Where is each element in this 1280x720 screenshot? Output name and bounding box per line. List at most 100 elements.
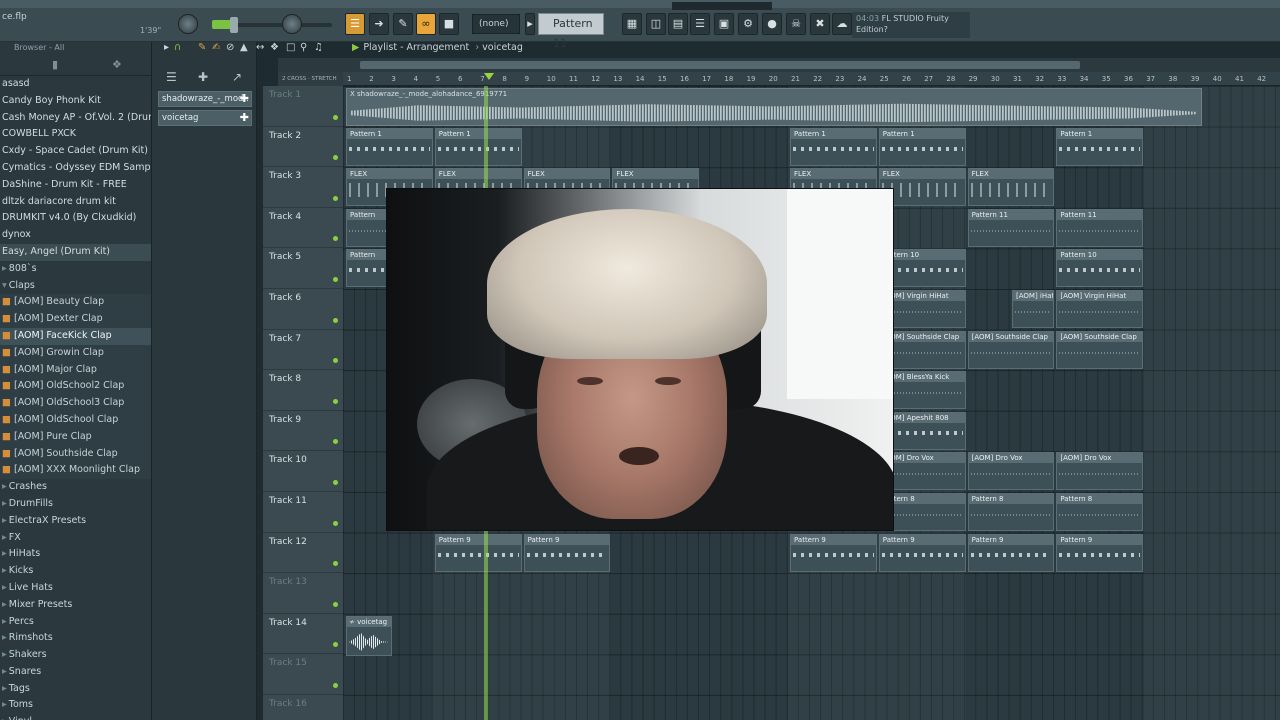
pattern-clip[interactable]: Pattern 1 [434,127,522,166]
cpu-icon[interactable]: ☠ [786,13,806,35]
browser-item[interactable]: ▾ Claps [0,278,151,295]
audio-clip-shadowraze[interactable]: X shadowraze_-_mode_alohadance_6919771 [346,88,1202,126]
plugin-icon[interactable]: ⚙ [738,13,758,35]
track-header[interactable]: Track 13 [263,573,343,614]
select-icon[interactable]: □ [286,42,295,53]
plus-icon[interactable]: ✚ [240,92,249,106]
track-enable-led[interactable] [333,236,338,242]
browser-item[interactable]: ■ [AOM] Major Clap [0,361,151,379]
browser-item[interactable]: asasd [0,76,151,93]
track-enable-led[interactable] [333,601,338,607]
picker-item-voicetag[interactable]: voicetag ✚ [158,110,252,126]
browser-item[interactable]: ▸Vinyl [0,714,151,720]
browser-item[interactable]: ■ [AOM] Pure Clap [0,428,151,446]
snap-dropdown[interactable]: (none) [472,14,520,34]
browser-item[interactable]: ▸ Percs [0,614,151,631]
browser-item[interactable]: DRUMKIT v4.0 (By Clxudkid) [0,210,151,227]
browser-item[interactable]: ▸ Crashes [0,479,151,496]
slice-icon[interactable]: ❖ [270,42,279,53]
channel-rack-icon[interactable]: ▤ [668,13,688,35]
record-audio-icon[interactable]: ● [762,13,782,35]
picker-item-audio[interactable]: shadowraze_-_mod.. ✚ [158,91,252,107]
draw-icon[interactable]: ✎ [198,42,206,53]
track-header[interactable]: Track 15 [263,654,343,695]
stamp-icon[interactable]: ■ [439,13,459,35]
pattern-clip[interactable]: Pattern 11 [1056,208,1144,247]
audio-clip-voicetag[interactable]: ≁ voicetag [346,616,392,656]
track-enable-led[interactable] [333,561,338,567]
browser-item[interactable]: ▸ Snares [0,664,151,681]
playhead-marker[interactable] [484,73,494,80]
picker-link-icon[interactable]: ↗ [232,70,242,84]
pattern-clip[interactable]: Pattern 9 [434,533,522,572]
track-enable-led[interactable] [333,642,338,648]
track-enable-led[interactable] [333,479,338,485]
browser-item[interactable]: Candy Boy Phonk Kit [0,93,151,110]
track-header[interactable]: Track 9 [263,411,343,452]
pianoroll-icon[interactable]: ◫ [646,13,666,35]
browser-item[interactable]: Cash Money AP - Of.Vol. 2 (Drum Kit) [0,110,151,127]
pattern-clip[interactable]: FLEX [967,168,1055,207]
browser-item[interactable]: ▸ DrumFills [0,496,151,513]
snap-icon[interactable]: ☰ [345,13,365,35]
browser-item[interactable]: ▸ Kicks [0,563,151,580]
pattern-clip[interactable]: [AOM] Dro Vox [1056,452,1144,491]
track-header[interactable]: Track 11 [263,492,343,533]
pattern-clip[interactable]: [AOM] Dro Vox [967,452,1055,491]
track-header[interactable]: Track 5 [263,248,343,289]
pattern-clip[interactable]: [AOM] Southside Clap [1056,330,1144,369]
slip-icon[interactable]: ↔ [256,42,264,53]
cart-icon[interactable]: ☁ [832,13,852,35]
picker-mode-icon[interactable]: ☰ [166,70,177,84]
browser-item[interactable]: ■ [AOM] Growin Clap [0,344,151,362]
browser-item[interactable]: ▸ Rimshots [0,630,151,647]
track-header[interactable]: Track 2 [263,127,343,168]
track-enable-led[interactable] [333,276,338,282]
plus-icon[interactable]: ✚ [240,111,249,125]
browser-item[interactable]: ■ [AOM] XXX Moonlight Clap [0,462,151,480]
browser-item[interactable]: dltzk dariacore drum kit [0,194,151,211]
pattern-clip[interactable]: Pattern 9 [790,533,877,572]
pattern-clip[interactable]: Pattern 9 [878,533,966,572]
browser-item[interactable]: ▸ HiHats [0,546,151,563]
pencil-icon[interactable]: ✎ [393,13,413,35]
browser-icon[interactable]: ▣ [714,13,734,35]
browser-item[interactable]: ■ [AOM] Southside Clap [0,445,151,463]
browser-item[interactable]: DaShine - Drum Kit - FREE [0,177,151,194]
track-header[interactable]: Track 10 [263,451,343,492]
track-header[interactable]: Track 14 [263,614,343,655]
playlist-horizontal-scrollbar[interactable] [360,61,1080,69]
pattern-prev-icon[interactable]: ▸ [525,13,535,35]
track-enable-led[interactable] [333,398,338,404]
mixer-icon[interactable]: ☰ [690,13,710,35]
browser-item[interactable]: ▸ FX [0,530,151,547]
link-icon[interactable]: ∞ [416,13,436,35]
track-header[interactable]: Track 16 [263,695,343,720]
track-header[interactable]: Track 4 [263,208,343,249]
track-header[interactable]: Track 1 [263,86,343,127]
pattern-clip[interactable]: Pattern 1 [878,127,966,166]
browser-item[interactable]: Easy, Angel (Drum Kit) [0,243,151,261]
pitch-knob[interactable] [282,14,302,34]
pattern-clip[interactable]: [AOM] Virgin HiHat [1056,290,1144,328]
track-enable-led[interactable] [333,520,338,526]
pattern-clip[interactable]: Pattern 1 [790,127,877,166]
pattern-clip[interactable]: Pattern 11 [967,208,1055,247]
browser-item[interactable]: ■ [AOM] OldSchool Clap [0,411,151,429]
browser-item[interactable]: ▸ Toms [0,697,151,714]
mute-icon[interactable]: ▲ [240,42,248,53]
master-volume-knob[interactable] [178,14,198,34]
browser-item[interactable]: ▸ 808`s [0,261,151,278]
pattern-clip[interactable]: Pattern 1 [346,127,433,166]
track-header[interactable]: Track 6 [263,289,343,330]
track-enable-led[interactable] [333,358,338,364]
arrow-menu-icon[interactable]: ▸ [164,42,169,53]
browser-item[interactable]: ■ [AOM] FaceKick Clap [0,327,151,345]
track-header[interactable]: Track 12 [263,533,343,574]
file-icon[interactable]: ▮ [52,58,58,71]
arrow-right-icon[interactable]: ➜ [369,13,389,35]
browser-item[interactable]: ■ [AOM] OldSchool2 Clap [0,378,151,396]
tools-icon[interactable]: ✖ [810,13,830,35]
track-header[interactable]: Track 7 [263,330,343,371]
browser-item[interactable]: ▸ ElectraX Presets [0,513,151,530]
